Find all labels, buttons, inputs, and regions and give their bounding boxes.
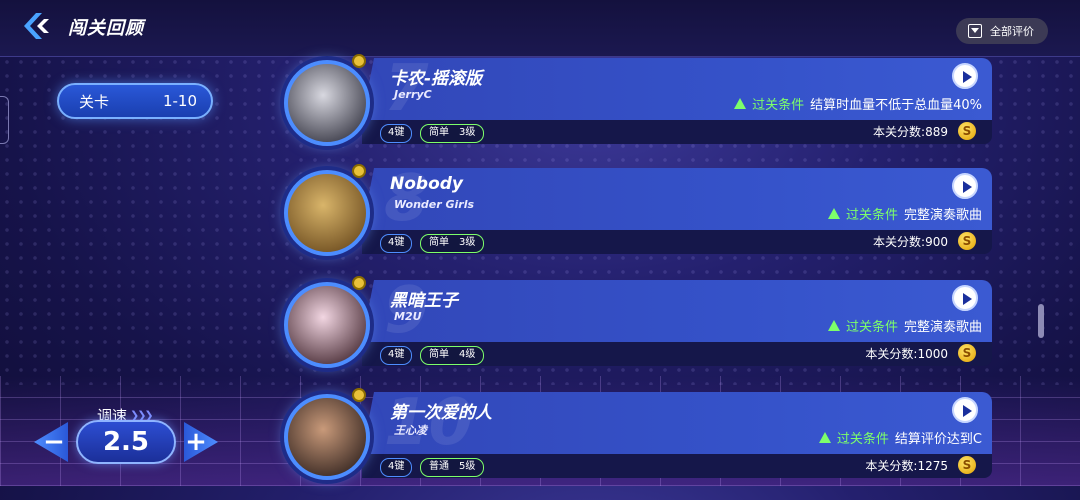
medal-icon bbox=[352, 388, 366, 402]
pass-condition-label: 过关条件 bbox=[845, 208, 898, 223]
key-count-badge: 4键 bbox=[380, 458, 413, 477]
song-artist: Wonder Girls bbox=[394, 198, 475, 211]
difficulty-level: 3级 bbox=[459, 237, 476, 248]
speed-value: 2.5 bbox=[76, 420, 176, 464]
song-card[interactable]: 9 黑暗王子 M2U 过关条件 完整演奏歌曲 4键 简单 4级 本关分数:100… bbox=[282, 274, 994, 388]
coin-icon: S bbox=[958, 344, 976, 362]
key-count-badge: 4键 bbox=[380, 124, 413, 143]
header-bar: 闯关回顾 全部评价 bbox=[0, 0, 1080, 57]
song-title: Nobody bbox=[390, 174, 464, 194]
difficulty-badge: 简单 3级 bbox=[420, 234, 485, 253]
play-button-icon[interactable] bbox=[952, 63, 978, 89]
dropdown-box-icon bbox=[968, 24, 982, 38]
pass-condition: 过关条件 完整演奏歌曲 bbox=[827, 204, 982, 223]
stage-score: 本关分数:1275 bbox=[865, 459, 948, 473]
page-title: 闯关回顾 bbox=[68, 18, 144, 39]
difficulty-name: 简单 bbox=[429, 349, 449, 360]
song-card[interactable]: 10 第一次爱的人 王心凌 过关条件 结算评价达到C 4键 普通 5级 本关分数… bbox=[282, 386, 994, 500]
stage-label: 关卡 bbox=[79, 92, 110, 111]
pass-condition-text: 结算时血量不低于总血量40% bbox=[810, 98, 982, 113]
song-artist: M2U bbox=[394, 310, 422, 323]
album-cover bbox=[284, 60, 370, 146]
difficulty-level: 3级 bbox=[459, 127, 476, 138]
scrollbar-thumb[interactable] bbox=[1038, 304, 1044, 338]
medal-icon bbox=[352, 276, 366, 290]
difficulty-badge: 简单 4级 bbox=[420, 346, 485, 365]
song-title: 第一次爱的人 bbox=[390, 403, 492, 423]
difficulty-badge: 简单 3级 bbox=[420, 124, 485, 143]
difficulty-name: 简单 bbox=[429, 237, 449, 248]
key-count-badge: 4键 bbox=[380, 234, 413, 253]
album-cover bbox=[284, 282, 370, 368]
stage-selector[interactable]: 关卡 1-10 bbox=[57, 83, 213, 119]
coin-icon: S bbox=[958, 232, 976, 250]
play-button-icon[interactable] bbox=[952, 173, 978, 199]
warning-icon bbox=[827, 208, 840, 219]
stage-score: 本关分数:900 bbox=[873, 235, 948, 249]
difficulty-name: 普通 bbox=[429, 461, 449, 472]
song-title: 卡农-摇滚版 bbox=[390, 69, 483, 89]
song-card[interactable]: 8 Nobody Wonder Girls 过关条件 完整演奏歌曲 4键 简单 … bbox=[282, 162, 994, 276]
coin-icon: S bbox=[958, 122, 976, 140]
pass-condition: 过关条件 结算评价达到C bbox=[818, 428, 982, 447]
album-cover bbox=[284, 170, 370, 256]
play-button-icon[interactable] bbox=[952, 285, 978, 311]
all-ratings-button[interactable]: 全部评价 bbox=[956, 18, 1048, 44]
pass-condition-label: 过关条件 bbox=[752, 98, 805, 113]
warning-icon bbox=[818, 432, 831, 443]
song-title: 黑暗王子 bbox=[390, 291, 458, 311]
pass-condition-label: 过关条件 bbox=[845, 320, 898, 335]
medal-icon bbox=[352, 54, 366, 68]
pass-condition-text: 完整演奏歌曲 bbox=[903, 208, 982, 223]
play-button-icon[interactable] bbox=[952, 397, 978, 423]
pass-condition: 过关条件 完整演奏歌曲 bbox=[827, 316, 982, 335]
medal-icon bbox=[352, 164, 366, 178]
back-arrow-icon[interactable] bbox=[22, 11, 52, 41]
side-drawer-tab[interactable] bbox=[0, 96, 9, 144]
key-count-badge: 4键 bbox=[380, 346, 413, 365]
song-artist: 王心凌 bbox=[394, 424, 427, 437]
album-cover bbox=[284, 394, 370, 480]
song-artist: JerryC bbox=[394, 88, 432, 101]
stage-score: 本关分数:1000 bbox=[865, 347, 948, 361]
pass-condition-text: 结算评价达到C bbox=[894, 432, 982, 447]
difficulty-level: 5级 bbox=[459, 461, 476, 472]
coin-icon: S bbox=[958, 456, 976, 474]
all-ratings-label: 全部评价 bbox=[990, 25, 1034, 38]
difficulty-name: 简单 bbox=[429, 127, 449, 138]
difficulty-badge: 普通 5级 bbox=[420, 458, 485, 477]
difficulty-level: 4级 bbox=[459, 349, 476, 360]
pass-condition-label: 过关条件 bbox=[836, 432, 889, 447]
stage-range: 1-10 bbox=[162, 92, 197, 110]
song-card[interactable]: 7 卡农-摇滚版 JerryC 过关条件 结算时血量不低于总血量40% 4键 简… bbox=[282, 52, 994, 166]
warning-icon bbox=[827, 320, 840, 331]
warning-icon bbox=[734, 98, 747, 109]
pass-condition: 过关条件 结算时血量不低于总血量40% bbox=[734, 94, 982, 113]
stage-score: 本关分数:889 bbox=[873, 125, 948, 139]
pass-condition-text: 完整演奏歌曲 bbox=[903, 320, 982, 335]
